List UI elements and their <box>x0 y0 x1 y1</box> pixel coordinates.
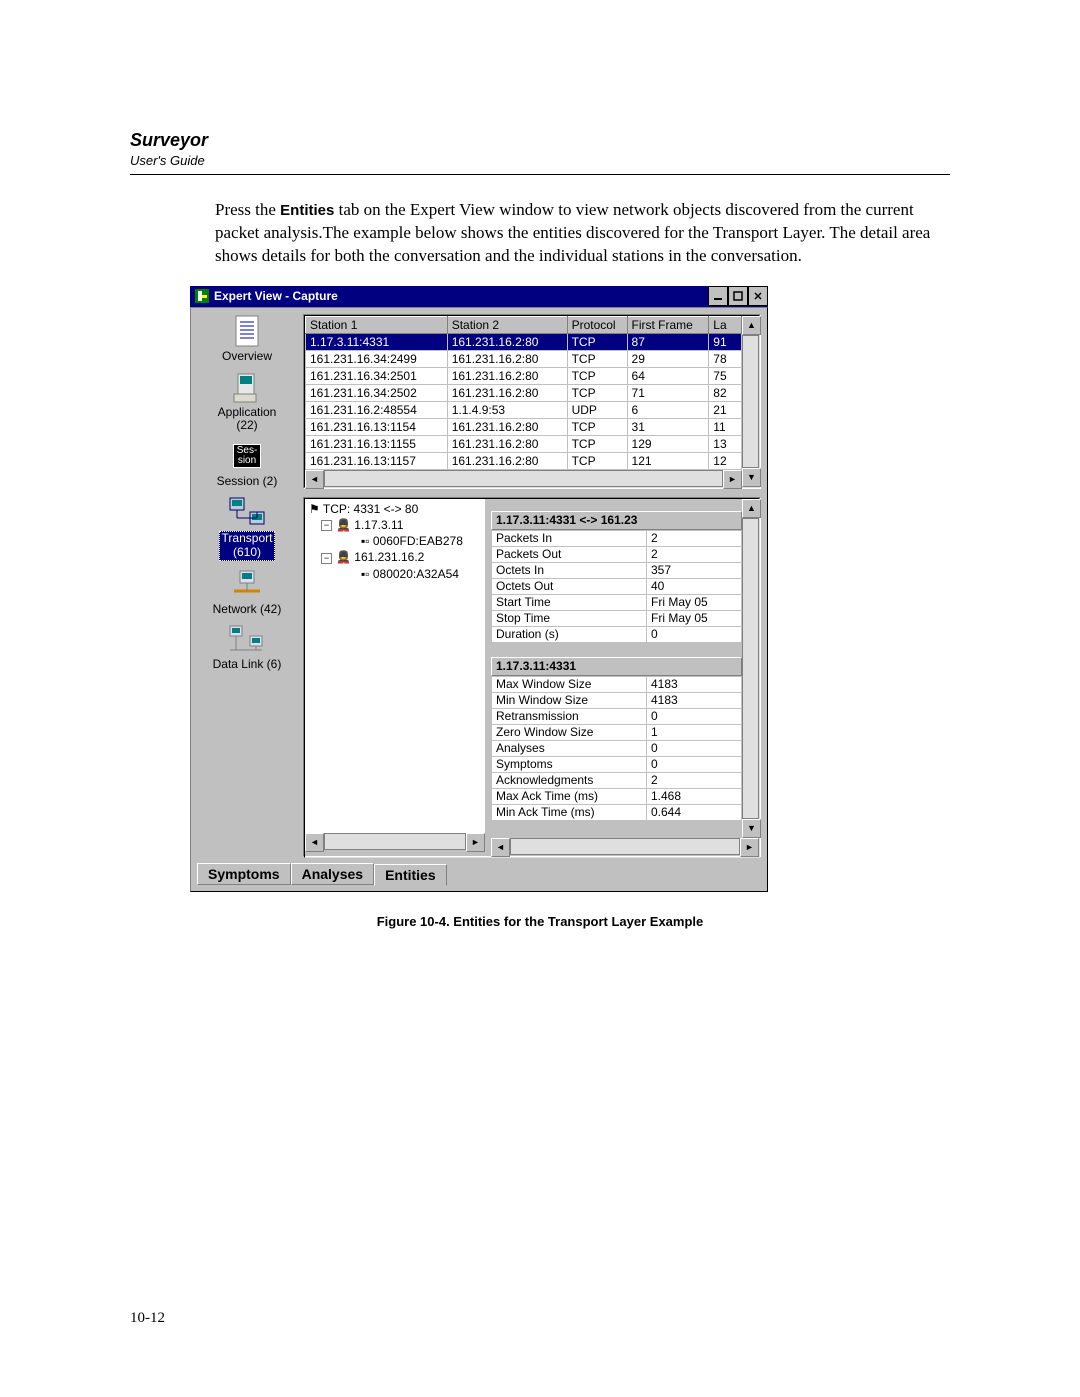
close-button[interactable] <box>748 286 768 306</box>
kv-row: Zero Window Size1 <box>492 724 742 740</box>
sidebar-item-datalink[interactable]: Data Link (6) <box>197 622 297 672</box>
intro-paragraph: Press the Entities tab on the Expert Vie… <box>215 199 950 268</box>
connections-table[interactable]: Station 1 Station 2 Protocol First Frame… <box>305 316 742 470</box>
window-client-area: Overview Application(22) Ses-sion Sessio… <box>190 307 768 892</box>
conn-vscrollbar[interactable]: ▲▼ <box>742 316 759 487</box>
col-firstframe[interactable]: First Frame <box>627 316 709 333</box>
tree-leaf[interactable]: ▪▫ 0060FD:EAB278 <box>309 533 481 549</box>
detail-panel: ⚑ TCP: 4331 <-> 80 −💂 1.17.3.11 ▪▫ 0060F… <box>303 497 761 857</box>
kv-row: Start TimeFri May 05 <box>492 594 742 610</box>
kv-row: Duration (s)0 <box>492 626 742 642</box>
sidebar-item-application[interactable]: Application(22) <box>197 370 297 434</box>
kv-row: Symptoms0 <box>492 756 742 772</box>
tree-node[interactable]: −💂 161.231.16.2 <box>309 549 481 565</box>
kv-row: Octets Out40 <box>492 578 742 594</box>
application-icon <box>227 370 267 404</box>
window-title: Expert View - Capture <box>214 289 708 303</box>
station-detail: 1.17.3.11:4331 Max Window Size4183Min Wi… <box>491 657 742 821</box>
kv-row: Packets Out2 <box>492 546 742 562</box>
col-la[interactable]: La <box>709 316 742 333</box>
tree-leaf[interactable]: ▪▫ 080020:A32A54 <box>309 566 481 582</box>
kv-row: Analyses0 <box>492 740 742 756</box>
entity-tree[interactable]: ⚑ TCP: 4331 <-> 80 −💂 1.17.3.11 ▪▫ 0060F… <box>305 499 485 833</box>
station-detail-header: 1.17.3.11:4331 <box>491 657 742 676</box>
sidebar-item-overview[interactable]: Overview <box>197 314 297 364</box>
detail-vscrollbar[interactable]: ▲▼ <box>742 499 759 838</box>
maximize-button[interactable] <box>728 286 748 306</box>
station-kv-table: Max Window Size4183Min Window Size4183Re… <box>491 676 742 821</box>
scroll-left-icon[interactable]: ◄ <box>305 470 324 489</box>
kv-row: Max Window Size4183 <box>492 676 742 692</box>
kv-row: Retransmission0 <box>492 708 742 724</box>
kv-row: Acknowledgments2 <box>492 772 742 788</box>
tree-root[interactable]: ⚑ TCP: 4331 <-> 80 <box>309 501 481 517</box>
page-number: 10-12 <box>130 1310 165 1327</box>
conversation-detail: 1.17.3.11:4331 <-> 161.23 Packets In2Pac… <box>491 511 742 643</box>
layer-sidebar: Overview Application(22) Ses-sion Sessio… <box>197 314 297 857</box>
sidebar-item-transport[interactable]: Transport(610) <box>197 495 297 561</box>
table-row[interactable]: 161.231.16.2:485541.1.4.9:53UDP621 <box>306 401 742 418</box>
doc-subtitle: User's Guide <box>130 153 950 168</box>
col-station2[interactable]: Station 2 <box>447 316 567 333</box>
session-icon: Ses-sion <box>227 439 267 473</box>
scroll-down-icon[interactable]: ▼ <box>742 468 761 487</box>
conversation-kv-table: Packets In2Packets Out2Octets In357Octet… <box>491 530 742 643</box>
sidebar-item-session[interactable]: Ses-sion Session (2) <box>197 439 297 489</box>
minimize-button[interactable] <box>708 286 728 306</box>
scroll-right-icon[interactable]: ► <box>723 470 742 489</box>
kv-row: Stop TimeFri May 05 <box>492 610 742 626</box>
table-row[interactable]: 1.17.3.11:4331161.231.16.2:80TCP8791 <box>306 333 742 350</box>
kv-row: Packets In2 <box>492 530 742 546</box>
window-titlebar[interactable]: Expert View - Capture <box>190 286 768 307</box>
tab-entities[interactable]: Entities <box>374 864 447 886</box>
figure-caption: Figure 10-4. Entities for the Transport … <box>130 914 950 929</box>
col-station1[interactable]: Station 1 <box>306 316 448 333</box>
datalink-icon <box>227 622 267 656</box>
table-row[interactable]: 161.231.16.13:1154161.231.16.2:80TCP3111 <box>306 418 742 435</box>
app-icon <box>194 288 210 304</box>
table-row[interactable]: 161.231.16.13:1157161.231.16.2:80TCP1211… <box>306 452 742 469</box>
conn-hscrollbar[interactable]: ◄► <box>305 470 742 487</box>
detail-hscrollbar[interactable]: ◄► <box>491 838 759 855</box>
doc-title: Surveyor <box>130 130 950 151</box>
conversation-detail-header: 1.17.3.11:4331 <-> 161.23 <box>491 511 742 530</box>
transport-icon <box>227 495 267 529</box>
network-icon <box>227 567 267 601</box>
kv-row: Min Ack Time (ms)0.644 <box>492 804 742 820</box>
header-rule <box>130 174 950 175</box>
table-row[interactable]: 161.231.16.13:1155161.231.16.2:80TCP1291… <box>306 435 742 452</box>
tree-node[interactable]: −💂 1.17.3.11 <box>309 517 481 533</box>
overview-icon <box>227 314 267 348</box>
tree-hscrollbar[interactable]: ◄► <box>305 833 485 850</box>
kv-row: Max Ack Time (ms)1.468 <box>492 788 742 804</box>
table-row[interactable]: 161.231.16.34:2501161.231.16.2:80TCP6475 <box>306 367 742 384</box>
sidebar-item-network[interactable]: Network (42) <box>197 567 297 617</box>
kv-row: Min Window Size4183 <box>492 692 742 708</box>
connections-panel: Station 1 Station 2 Protocol First Frame… <box>303 314 761 489</box>
bottom-tabs: Symptoms Analyses Entities <box>197 861 761 885</box>
table-row[interactable]: 161.231.16.34:2502161.231.16.2:80TCP7182 <box>306 384 742 401</box>
kv-row: Octets In357 <box>492 562 742 578</box>
table-row[interactable]: 161.231.16.34:2499161.231.16.2:80TCP2978 <box>306 350 742 367</box>
col-protocol[interactable]: Protocol <box>567 316 627 333</box>
tab-symptoms[interactable]: Symptoms <box>197 863 291 885</box>
tab-analyses[interactable]: Analyses <box>291 863 374 885</box>
scroll-up-icon[interactable]: ▲ <box>742 316 761 335</box>
